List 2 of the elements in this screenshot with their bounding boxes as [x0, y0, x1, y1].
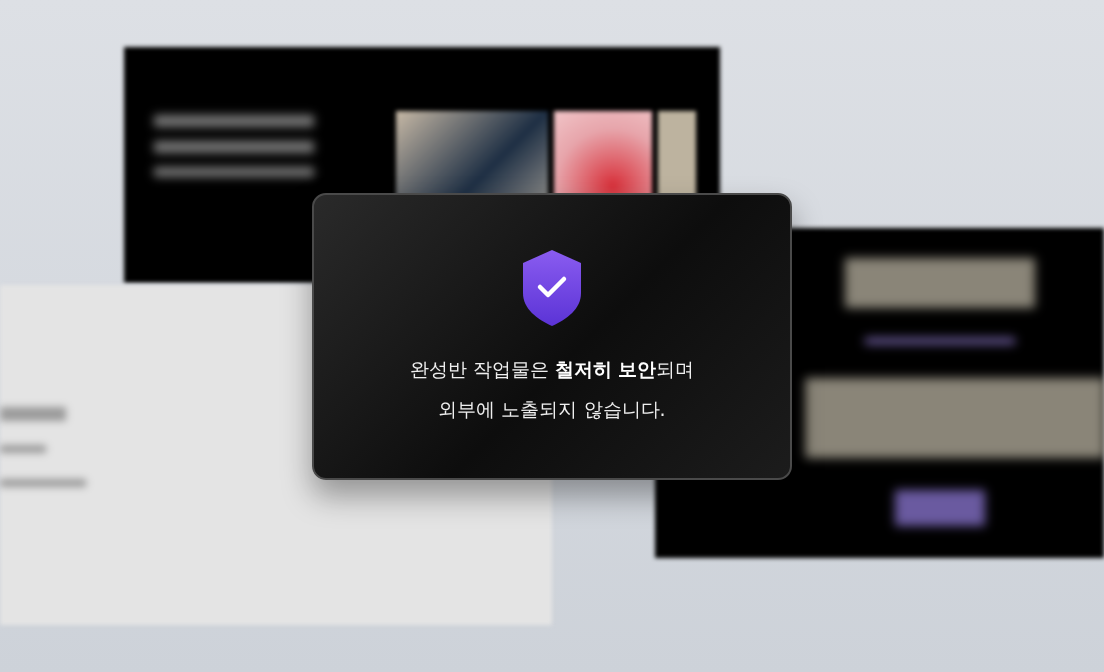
shield-check-icon: [521, 249, 583, 327]
security-message: 완성반 작업물은 철저히 보안되며 외부에 노출되지 않습니다.: [409, 357, 695, 422]
